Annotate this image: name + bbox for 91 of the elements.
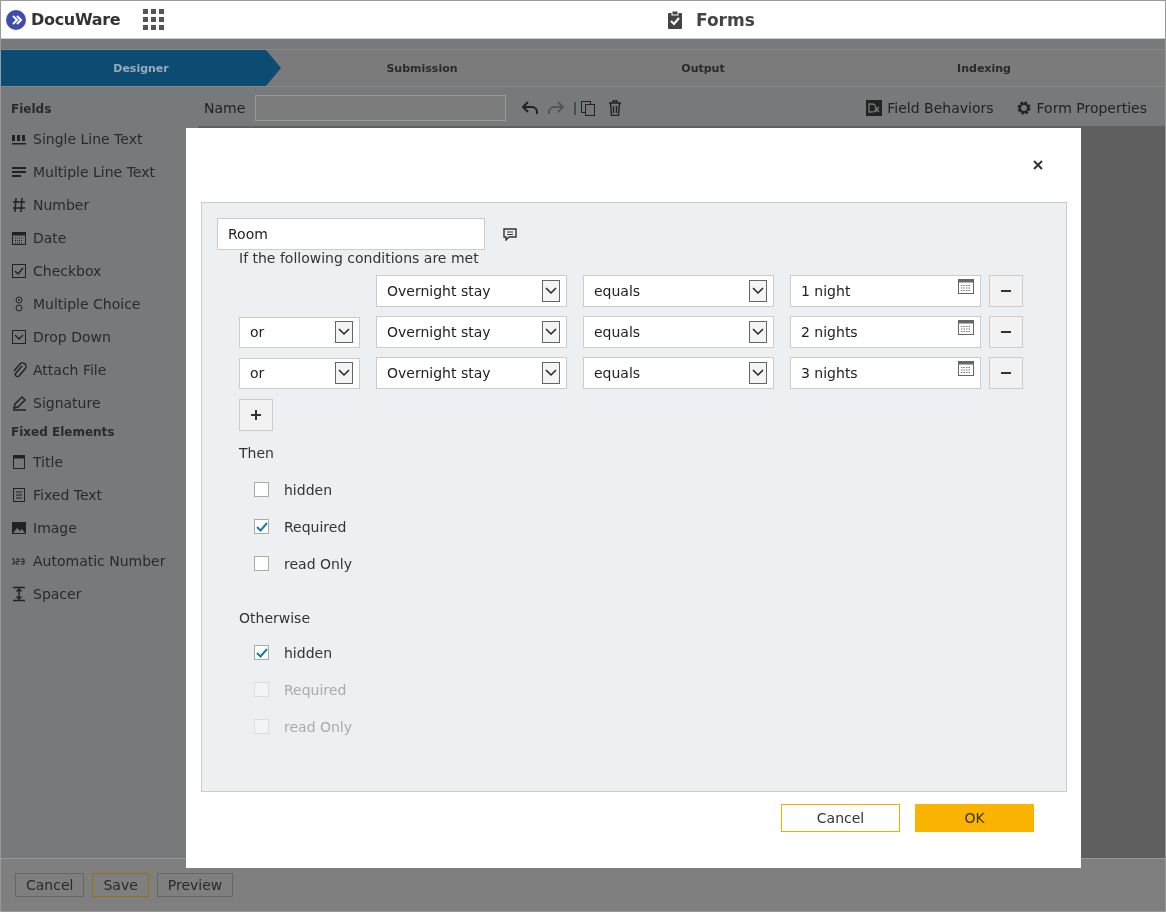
field-type-icon [11,585,27,602]
checkbox-label: Required [284,518,347,535]
wizard-step-tab[interactable]: Designer [1,50,282,86]
connector-dropdown[interactable]: or [239,357,360,389]
caret-icon [542,362,560,384]
conditions-label: If the following conditions are met [239,250,480,266]
wizard-step-tab[interactable]: Submission [282,50,563,86]
checkbox-label: Required [284,681,347,698]
logo-text: DocuWare [31,10,121,29]
checkbox[interactable] [254,645,269,660]
field-name-input[interactable]: Room [217,218,485,250]
checkbox-label: hidden [284,644,333,661]
field-type-icon [11,519,27,536]
field-dropdown[interactable]: Overnight stay [376,316,567,348]
field-type-item[interactable]: Image [33,519,77,536]
checkbox-label: read Only [284,718,353,735]
field-behaviors-button[interactable]: Field Behaviors [887,100,994,116]
caret-icon [542,280,560,302]
field-type-icon [11,328,27,345]
name-label: Name [204,100,246,116]
calendar-icon [958,278,974,294]
plus-icon [251,410,261,420]
field-type-icon [11,486,27,503]
field-behaviors-icon [866,100,883,116]
add-condition-button[interactable] [239,399,273,431]
field-type-item[interactable]: Fixed Text [33,486,103,503]
field-type-icon [11,262,27,279]
field-type-item[interactable]: Title [33,453,63,470]
caret-icon [749,362,767,384]
field-type-item[interactable]: Spacer [33,585,82,602]
operator-dropdown[interactable]: equals [583,357,774,389]
minus-icon [1001,290,1011,292]
caret-icon [749,280,767,302]
field-type-item[interactable]: Multiple Line Text [33,163,155,180]
section-heading: Fields [11,101,53,118]
field-type-item[interactable]: Number [33,196,90,213]
caret-icon [335,321,353,343]
field-type-item[interactable]: Drop Down [33,328,111,345]
otherwise-label: Otherwise [239,610,311,626]
field-type-item[interactable]: Attach File [33,361,107,378]
connector-dropdown[interactable]: or [239,316,360,348]
calendar-icon [958,319,974,335]
cancel-button[interactable]: Cancel [781,804,900,832]
operator-dropdown[interactable]: equals [583,275,774,307]
undo-icon[interactable] [522,101,539,115]
field-dropdown[interactable]: Overnight stay [376,357,567,389]
calendar-icon [958,360,974,376]
wizard-step-tab[interactable]: Indexing [844,50,1125,86]
logo-icon [6,9,26,30]
app-grid-icon[interactable] [143,8,166,31]
field-type-item[interactable]: Automatic Number [33,552,166,569]
checkbox[interactable] [254,482,269,497]
field-type-item[interactable]: Multiple Choice [33,295,141,312]
field-type-item[interactable]: Checkbox [33,262,102,279]
caret-icon [749,321,767,343]
checkbox-label: hidden [284,481,333,498]
checkbox-label: read Only [284,555,353,572]
wizard-step-tab[interactable]: Output [563,50,844,86]
settings-icon [1015,100,1032,116]
minus-icon [1001,372,1011,374]
app-title: Forms [696,9,755,30]
operator-dropdown[interactable]: equals [583,316,774,348]
footer-button[interactable]: Save [92,873,149,897]
field-type-icon [11,229,27,246]
value-input[interactable]: 1 night [790,275,981,307]
field-type-icon [11,394,27,411]
name-field[interactable] [255,95,507,121]
then-label: Then [239,445,275,461]
comment-icon[interactable] [503,227,517,241]
field-type-icon [11,361,27,378]
section-heading: Fixed Elements [11,424,116,441]
value-input[interactable]: 2 nights [790,316,981,348]
value-input[interactable]: 3 nights [790,357,981,389]
field-type-item[interactable]: Signature [33,394,101,411]
checkbox[interactable] [254,556,269,571]
clipboard-check-icon [668,10,682,29]
field-dropdown[interactable]: Overnight stay [376,275,567,307]
field-type-item[interactable]: Date [33,229,67,246]
close-icon[interactable] [1033,160,1043,170]
field-type-item[interactable]: Single Line Text [33,130,143,147]
caret-icon [335,362,353,384]
field-type-icon [11,453,27,470]
ok-button[interactable]: OK [915,804,1034,832]
footer-button[interactable]: Cancel [15,873,85,897]
footer-button[interactable]: Preview [156,873,234,897]
trash-icon[interactable] [608,100,623,116]
checkbox[interactable] [254,519,269,534]
form-properties-button[interactable]: Form Properties [1036,100,1147,116]
field-type-icon [11,196,27,213]
minus-icon [1001,331,1011,333]
caret-icon [542,321,560,343]
